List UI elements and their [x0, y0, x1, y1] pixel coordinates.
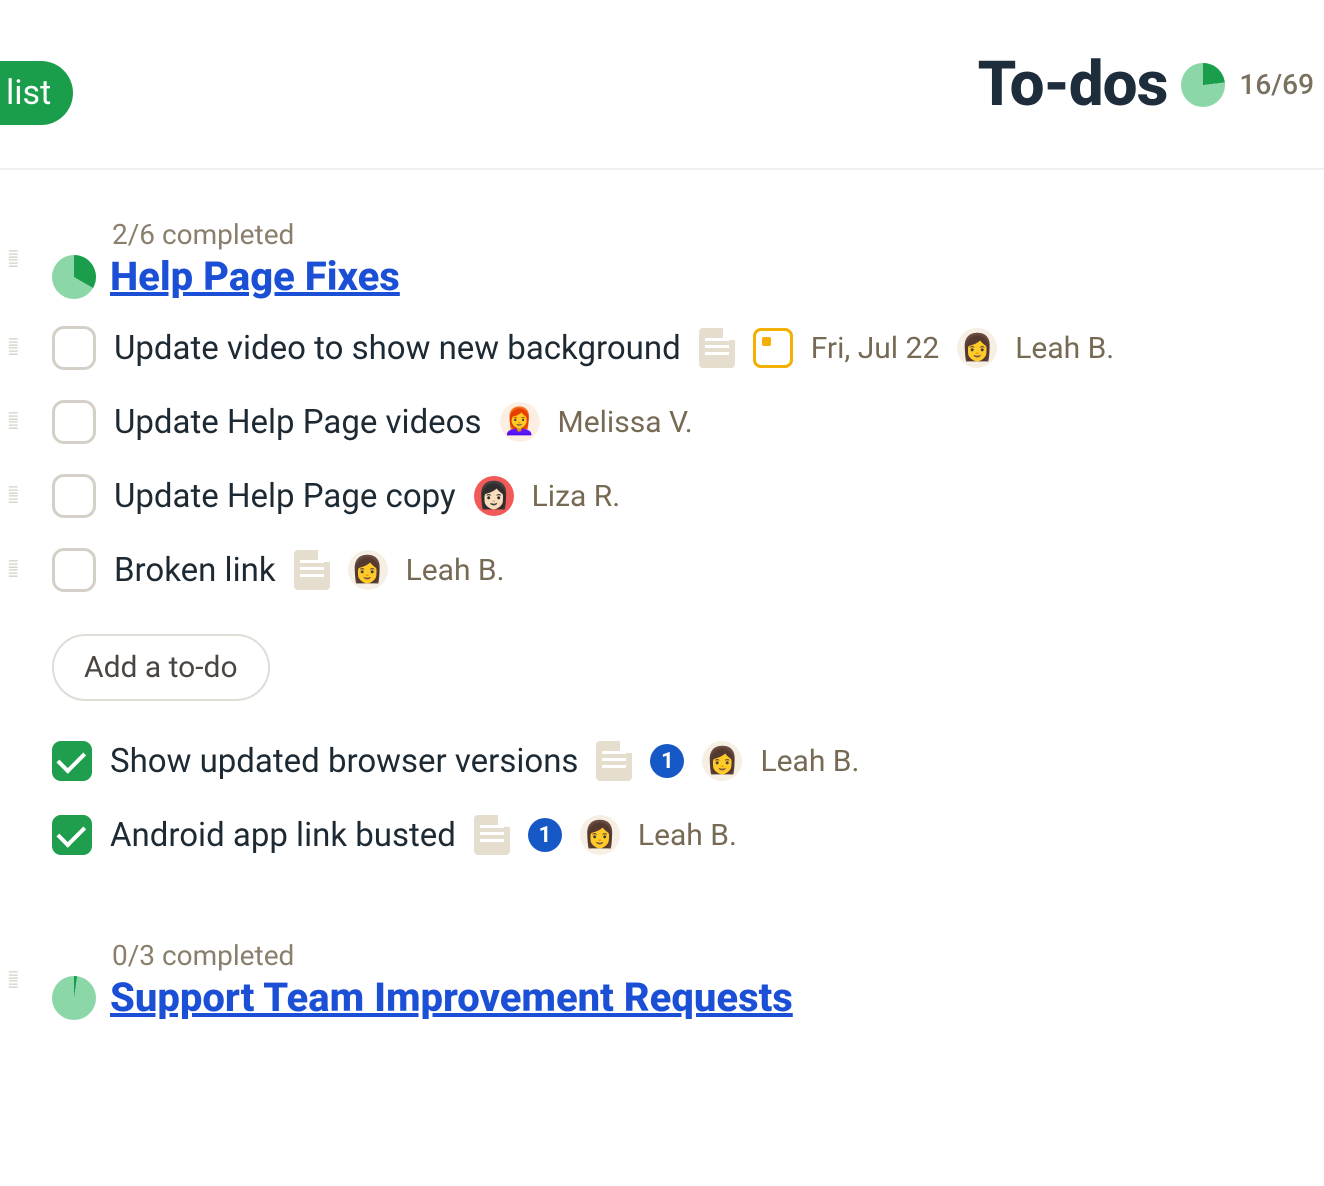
todo-label: Update Help Page copy [114, 477, 456, 516]
add-todo-button[interactable]: Add a to-do [52, 634, 270, 701]
todo-checkbox[interactable] [52, 548, 96, 592]
overall-progress-count: 16/69 [1239, 68, 1314, 101]
notes-icon[interactable] [294, 550, 330, 590]
list-view-pill[interactable]: list [0, 61, 73, 125]
avatar[interactable]: 👩 [348, 550, 388, 590]
list-title-link[interactable]: Support Team Improvement Requests [110, 974, 793, 1021]
assignee-name: Melissa V. [558, 405, 693, 440]
todo-label: Broken link [114, 551, 276, 590]
assignee-name: Leah B. [1015, 331, 1114, 366]
notes-icon[interactable] [699, 328, 735, 368]
todo-item-completed[interactable]: Show updated browser versions 1 👩 Leah B… [52, 737, 1324, 785]
drag-handle-icon[interactable]: ≡≡ [8, 560, 36, 578]
avatar[interactable]: 👩 [957, 328, 997, 368]
content-area: ≡≡ 2/6 completed Help Page Fixes ≡≡ Upda… [0, 170, 1324, 1021]
assignee-name: Leah B. [638, 818, 737, 853]
drag-handle-icon[interactable]: ≡≡ [8, 338, 36, 356]
todo-label: Update video to show new background [114, 329, 681, 368]
assignee-name: Leah B. [406, 553, 505, 588]
notes-icon[interactable] [474, 815, 510, 855]
drag-handle-icon[interactable]: ≡≡ [8, 971, 36, 989]
list-completed-count: 0/3 completed [112, 939, 1324, 972]
todo-checkbox[interactable] [52, 474, 96, 518]
todo-checkbox[interactable] [52, 326, 96, 370]
calendar-icon[interactable] [753, 328, 793, 368]
todo-label: Show updated browser versions [110, 742, 578, 781]
todo-list: ≡≡ 0/3 completed Support Team Improvemen… [52, 939, 1324, 1021]
avatar[interactable]: 👩‍🦰 [500, 402, 540, 442]
todo-item[interactable]: ≡≡ Broken link 👩 Leah B. [52, 546, 1324, 594]
page-title: To-dos [978, 48, 1168, 121]
drag-handle-icon[interactable]: ≡≡ [8, 486, 36, 504]
due-date: Fri, Jul 22 [811, 331, 940, 366]
todo-item-completed[interactable]: Android app link busted 1 👩 Leah B. [52, 811, 1324, 859]
todo-item[interactable]: ≡≡ Update Help Page copy 👩🏻 Liza R. [52, 472, 1324, 520]
todo-list: ≡≡ 2/6 completed Help Page Fixes ≡≡ Upda… [52, 218, 1324, 859]
drag-handle-icon[interactable]: ≡≡ [8, 250, 36, 268]
assignee-name: Leah B. [760, 744, 859, 779]
list-title-link[interactable]: Help Page Fixes [110, 253, 400, 300]
title-area: To-dos 16/69 [978, 48, 1314, 121]
todo-item[interactable]: ≡≡ Update video to show new background F… [52, 324, 1324, 372]
header-area: list To-dos 16/69 [0, 0, 1324, 170]
todo-checkbox-checked[interactable] [52, 741, 92, 781]
overall-progress-pie-icon [1181, 63, 1225, 107]
todo-label: Update Help Page videos [114, 403, 482, 442]
notes-icon[interactable] [596, 741, 632, 781]
todo-item[interactable]: ≡≡ Update Help Page videos 👩‍🦰 Melissa V… [52, 398, 1324, 446]
todo-label: Android app link busted [110, 816, 456, 855]
list-completed-count: 2/6 completed [112, 218, 1324, 251]
todo-checkbox[interactable] [52, 400, 96, 444]
list-progress-pie-icon [52, 255, 96, 299]
avatar[interactable]: 👩 [702, 741, 742, 781]
assignee-name: Liza R. [532, 479, 621, 514]
comment-count-badge[interactable]: 1 [528, 818, 562, 852]
avatar[interactable]: 👩🏻 [474, 476, 514, 516]
drag-handle-icon[interactable]: ≡≡ [8, 412, 36, 430]
comment-count-badge[interactable]: 1 [650, 744, 684, 778]
todo-checkbox-checked[interactable] [52, 815, 92, 855]
avatar[interactable]: 👩 [580, 815, 620, 855]
list-progress-pie-icon [52, 976, 96, 1020]
